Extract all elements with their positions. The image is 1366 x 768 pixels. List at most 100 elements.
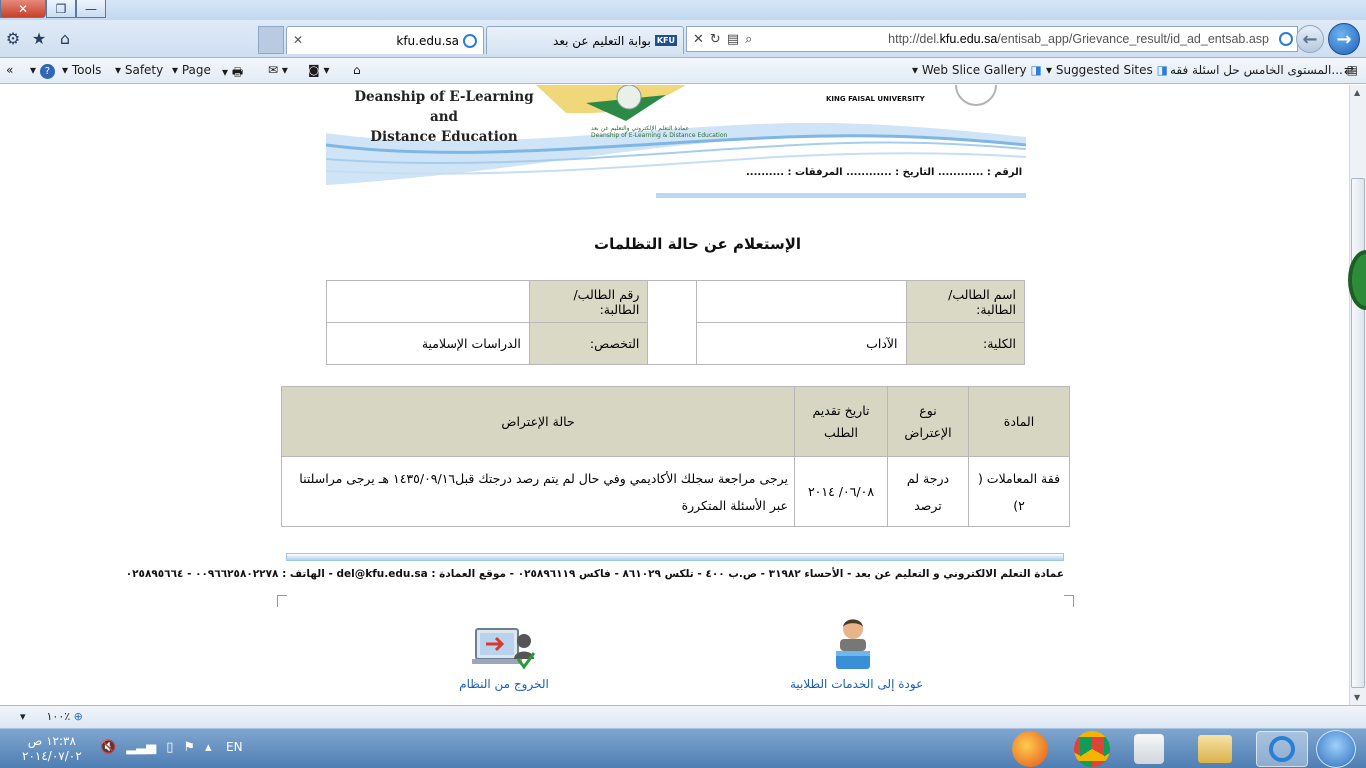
home-icon: ⌂ bbox=[353, 63, 361, 77]
deanship-logo-caption: عمادة التعلم الإلكتروني والتعليم عن بعد … bbox=[591, 125, 728, 139]
navigation-bar: ⚙ ★ ⌂ ✕ kfu.edu.sa بوابة التعليم عن بعد … bbox=[0, 20, 1366, 58]
chrome-icon[interactable] bbox=[1074, 731, 1110, 767]
scroll-down-arrow-icon[interactable]: ▼ bbox=[1354, 693, 1360, 702]
tab-kfu[interactable]: ✕ kfu.edu.sa bbox=[286, 26, 484, 54]
restore-window-button[interactable]: ❐ bbox=[46, 0, 76, 18]
scroll-up-arrow-icon[interactable]: ▲ bbox=[1354, 88, 1360, 97]
zoom-control[interactable]: ▾ ١٠٠٪ ⊕ bbox=[20, 710, 83, 723]
home-button[interactable]: ⌂ bbox=[353, 63, 361, 77]
signal-icon[interactable]: ▂▃▅ bbox=[126, 740, 156, 755]
media-player-icon[interactable] bbox=[1134, 734, 1164, 764]
tab-label: بوابة التعليم عن بعد bbox=[553, 33, 651, 48]
url-text[interactable]: http://del.kfu.edu.sa/entisab_app/Grieva… bbox=[752, 32, 1275, 46]
status-cell: يرجى مراجعة سجلك الأكاديمي وفي حال لم يت… bbox=[281, 456, 795, 527]
home-icon[interactable]: ⌂ bbox=[56, 29, 74, 48]
address-controls: ✕ ↻ ▤ ⌕ bbox=[687, 32, 752, 47]
footer-contact: عمادة التعلم الالكتروني و التعليم عن بعد… bbox=[125, 568, 1064, 580]
help-icon: ? bbox=[39, 64, 55, 79]
kfu-favicon-icon: KFU bbox=[654, 35, 677, 46]
window-controls: ✕ ❐ — bbox=[0, 0, 106, 18]
language-indicator[interactable]: EN bbox=[226, 740, 243, 754]
grievance-table: المادة نوع الإعتراض تاريخ تقديم الطلب حا… bbox=[281, 386, 1070, 527]
clock[interactable]: ١٢:٣٨ ص ٢٠١٤/٠٧/٠٢ bbox=[22, 734, 82, 764]
ie-page-icon bbox=[1279, 32, 1293, 46]
type-cell: درجة لم ترصد bbox=[887, 456, 969, 527]
window-title-bar: ✕ ❐ — bbox=[0, 0, 1366, 20]
favorites-star-icon[interactable]: ★ bbox=[30, 29, 48, 48]
internet-explorer-icon bbox=[1269, 736, 1295, 762]
status-bar: ▾ ١٠٠٪ ⊕ bbox=[0, 705, 1366, 728]
internet-explorer-taskbar-button[interactable] bbox=[1256, 731, 1308, 767]
feeds-button[interactable]: ◙ ▾ bbox=[308, 63, 330, 77]
table-spacer bbox=[647, 280, 697, 365]
url-domain: kfu.edu.sa bbox=[939, 32, 998, 46]
page-menu[interactable]: ▾ Page bbox=[172, 63, 211, 77]
mail-icon: ✉ bbox=[268, 63, 279, 77]
student-id-value bbox=[326, 280, 530, 323]
student-id-label: رقم الطالب/الطالبة: bbox=[528, 280, 649, 323]
search-icon[interactable]: ⌕ bbox=[745, 32, 752, 47]
tab-distance-learning[interactable]: بوابة التعليم عن بعد KFU bbox=[486, 26, 684, 54]
logout-label: الخروج من النظام bbox=[459, 677, 549, 691]
read-mail-button[interactable]: ✉ ▾ bbox=[268, 63, 288, 77]
college-value: الآداب bbox=[695, 322, 907, 365]
subject-cell: فقة المعاملات ( ٢) bbox=[968, 456, 1070, 527]
rss-icon: ◙ bbox=[308, 63, 320, 77]
firefox-icon[interactable] bbox=[1012, 731, 1048, 767]
status-header: حالة الإعتراض bbox=[281, 386, 795, 457]
footer-divider bbox=[286, 553, 1064, 561]
minimize-window-button[interactable]: — bbox=[76, 0, 106, 18]
action-center-flag-icon[interactable]: ⚑ bbox=[183, 740, 195, 755]
gear-icon[interactable]: ⚙ bbox=[4, 29, 22, 48]
file-explorer-icon[interactable] bbox=[1198, 735, 1232, 763]
print-button[interactable]: ▾ 🖶 bbox=[222, 63, 243, 84]
page-content: Deanship of E-Learning and Distance Educ… bbox=[0, 85, 1349, 705]
show-hidden-icons-icon[interactable]: ▴ bbox=[205, 740, 212, 755]
major-label: التخصص: bbox=[528, 322, 649, 365]
stop-icon[interactable]: ✕ bbox=[693, 32, 704, 47]
clock-time: ١٢:٣٨ ص bbox=[27, 734, 76, 748]
tab-label: kfu.edu.sa bbox=[396, 33, 459, 48]
close-tab-icon[interactable]: ✕ bbox=[293, 33, 303, 47]
back-button[interactable]: ← bbox=[1296, 25, 1324, 53]
compatibility-icon[interactable]: ▤ bbox=[727, 32, 739, 47]
address-bar[interactable]: ✕ ↻ ▤ ⌕ http://del.kfu.edu.sa/entisab_ap… bbox=[686, 26, 1298, 52]
system-tray: 🔇 ▂▃▅ ▯ ⚑ ▴ bbox=[100, 740, 212, 755]
start-button[interactable] bbox=[1316, 730, 1356, 768]
back-to-services-link[interactable]: عودة إلى الخدمات الطلابية bbox=[790, 617, 924, 691]
battery-icon[interactable]: ▯ bbox=[166, 740, 173, 755]
reference-line: الرقم : ............ التاريخ : .........… bbox=[746, 167, 1023, 178]
footer-bracket-left bbox=[277, 595, 287, 607]
suggested-sites-link[interactable]: ▾ Suggested Sites ◨ bbox=[1046, 63, 1168, 77]
ie-page-icon: ◨ bbox=[1156, 63, 1168, 77]
web-slice-icon: ◨ bbox=[1030, 63, 1042, 77]
table-header-row: المادة نوع الإعتراض تاريخ تقديم الطلب حا… bbox=[281, 386, 1070, 457]
footer-bracket-right bbox=[1064, 595, 1074, 607]
logout-link[interactable]: الخروج من النظام bbox=[458, 625, 550, 691]
vertical-scrollbar[interactable]: ▲ ▼ bbox=[1349, 85, 1366, 705]
forward-button[interactable]: → bbox=[1328, 23, 1360, 55]
major-value: الدراسات الإسلامية bbox=[326, 322, 530, 365]
browser-commands: ⚙ ★ ⌂ bbox=[4, 29, 74, 48]
letterhead: Deanship of E-Learning and Distance Educ… bbox=[326, 85, 1026, 200]
tools-menu[interactable]: ▾ Tools bbox=[62, 63, 101, 77]
student-name-value bbox=[695, 280, 907, 323]
help-button[interactable]: ▾ ? bbox=[30, 63, 55, 79]
close-window-button[interactable]: ✕ bbox=[0, 0, 46, 18]
deanship-english-name: Deanship of E-Learning and Distance Educ… bbox=[354, 89, 534, 145]
zoom-icon: ⊕ bbox=[73, 710, 83, 723]
favorite-link[interactable]: المستوى الخامس حل اسئلة فقه... ▤ bbox=[1170, 63, 1358, 77]
safety-menu[interactable]: ▾ Safety bbox=[115, 63, 163, 77]
web-slice-gallery-link[interactable]: ▾ Web Slice Gallery ◨ bbox=[912, 63, 1042, 77]
student-name-label: اسم الطالب/الطالبة: bbox=[905, 280, 1025, 323]
volume-muted-icon[interactable]: 🔇 bbox=[100, 740, 116, 755]
new-tab-button[interactable] bbox=[258, 26, 284, 54]
back-to-services-label: عودة إلى الخدمات الطلابية bbox=[790, 677, 924, 691]
date-cell: ٠٦/٠٨/ ٢٠١٤ bbox=[794, 456, 888, 527]
command-bar: « ▾ ? ▾ Tools ▾ Safety ▾ Page ▾ 🖶 ✉ ▾ ◙ … bbox=[0, 58, 1366, 84]
add-favorite-icon[interactable]: ⇄ bbox=[1344, 63, 1354, 77]
refresh-icon[interactable]: ↻ bbox=[710, 32, 721, 47]
type-header: نوع الإعتراض bbox=[887, 386, 969, 457]
chevron-more-icon[interactable]: « bbox=[6, 63, 13, 77]
table-row: فقة المعاملات ( ٢) درجة لم ترصد ٠٦/٠٨/ ٢… bbox=[281, 456, 1070, 527]
